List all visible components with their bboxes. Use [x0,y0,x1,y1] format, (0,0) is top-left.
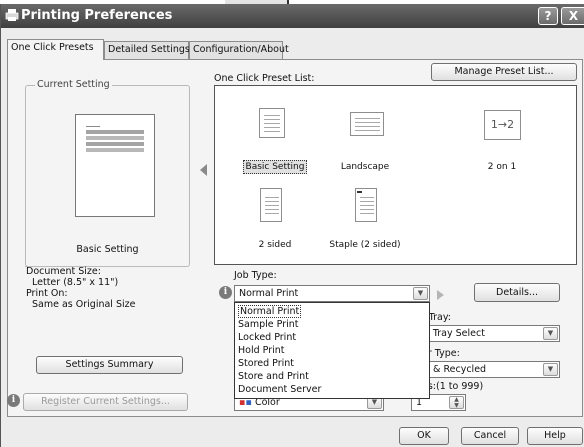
output-tray-value: o Tray Select [424,328,485,339]
dialog-button-bar: OK Cancel Help [1,418,584,447]
tab-one-click-presets[interactable]: One Click Presets [7,39,104,60]
chevron-down-icon[interactable]: ▼ [543,327,558,340]
current-setting-preview [75,114,155,217]
document-size-label: Document Size: [26,266,101,277]
close-button[interactable]: X [561,7,584,25]
cancel-button[interactable]: Cancel [461,427,519,445]
ok-button[interactable]: OK [399,427,449,445]
job-type-option[interactable]: Locked Print [236,332,296,344]
document-landscape-icon [350,112,384,136]
document-portrait-icon [259,108,285,138]
preset-2-on-1[interactable]: 1→2 2 on 1 [452,96,552,176]
chevron-down-icon[interactable]: ▼ [543,363,558,376]
window-title: Printing Preferences [21,8,173,23]
tab-detailed-settings[interactable]: Detailed Settings [104,41,190,59]
title-bar: Printing Preferences ? X [1,4,584,28]
preset-label: 2 sided [258,240,292,250]
chevron-down-icon[interactable]: ▼ [413,287,428,300]
job-type-option[interactable]: Stored Print [236,358,294,370]
two-on-one-icon: 1→2 [484,110,521,140]
current-setting-name: Basic Setting [76,244,139,255]
job-type-option[interactable]: Normal Print [236,305,428,318]
info-icon: i [7,394,20,407]
help-title-button[interactable]: ? [538,7,558,25]
manage-preset-list-button[interactable]: Manage Preset List... [431,63,577,81]
job-type-option[interactable]: Sample Print [236,319,299,331]
play-arrow-icon [437,290,444,300]
preset-list: Basic Setting Landscape 1→2 2 on 1 2 sid… [214,85,577,265]
preset-label: Basic Setting [242,160,308,174]
print-on-label: Print On: [26,288,68,299]
output-tray-select[interactable]: o Tray Select ▼ [411,325,560,342]
settings-summary-button[interactable]: Settings Summary [36,356,183,374]
preset-list-label: One Click Preset List: [214,73,315,84]
job-type-option[interactable]: Hold Print [236,345,285,357]
job-type-option[interactable]: Document Server [236,384,321,396]
job-type-value: Normal Print [239,288,299,299]
register-current-settings-button[interactable]: Register Current Settings... [23,393,188,411]
details-button[interactable]: Details... [474,283,560,302]
preset-staple-2-sided[interactable]: Staple (2 sided) [315,174,415,254]
preset-label: Staple (2 sided) [329,240,401,250]
preset-label: 2 on 1 [487,162,517,172]
tab-configuration-about[interactable]: Configuration/About [189,41,289,59]
preset-label: Landscape [340,162,390,172]
job-type-option[interactable]: Store and Print [236,371,309,383]
preset-2-sided[interactable]: 2 sided [225,174,325,254]
paper-type-value: n & Recycled [424,364,487,375]
paper-type-select[interactable]: n & Recycled ▼ [411,361,560,378]
help-button[interactable]: Help [527,427,583,445]
print-on-value: Same as Original Size [32,299,136,310]
staple-icon [355,188,377,222]
job-type-info-icon: i [219,286,232,299]
printing-preferences-window: Printing Preferences ? X One Click Prese… [0,4,584,447]
job-type-select[interactable]: Normal Print ▼ [234,285,430,302]
preset-landscape[interactable]: Landscape [315,96,415,176]
printer-icon [5,9,19,21]
preset-basic-setting[interactable]: Basic Setting [225,96,325,176]
job-type-dropdown-list: Normal Print Sample Print Locked Print H… [234,302,430,399]
document-size-value: Letter (8.5" x 11") [32,277,119,288]
two-sided-icon [260,188,282,222]
scroll-left-icon[interactable] [200,164,207,176]
current-setting-legend: Current Setting [35,79,112,90]
copies-label: es:(1 to 999) [422,381,484,392]
spinner-arrows-icon[interactable]: ▲ ▼ [449,396,464,409]
job-type-label: Job Type: [234,270,277,281]
